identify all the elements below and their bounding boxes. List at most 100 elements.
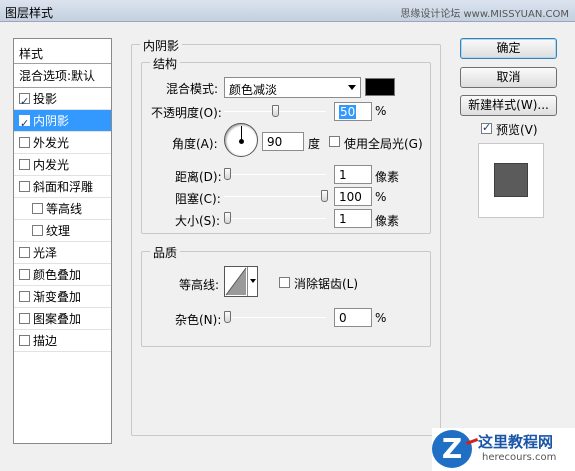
watermark-text: 思缘设计论坛 www.MISSYUAN.COM [400,9,569,20]
style-item[interactable]: 内阴影 [14,110,111,135]
window-title: 图层样式 [5,6,54,20]
contour-graph-icon [225,267,247,296]
anti-alias-checkbox[interactable] [279,277,290,288]
style-item[interactable]: 等高线 [14,198,111,220]
style-item-checkbox[interactable] [19,181,30,192]
style-item-label: 投影 [33,92,58,106]
distance-slider-handle[interactable] [224,168,231,180]
opacity-unit: % [375,104,387,118]
size-label: 大小(S): [175,214,221,228]
choke-label: 阻塞(C): [175,192,221,206]
style-list-header[interactable]: 样式 [14,39,111,64]
distance-unit: 像素 [375,170,400,184]
angle-center-dot [239,139,244,144]
structure-legend: 结构 [150,55,181,72]
style-item-checkbox[interactable] [32,203,43,214]
distance-label: 距离(D): [175,170,222,184]
style-item[interactable]: 外发光 [14,132,111,154]
style-item[interactable]: 纹理 [14,220,111,242]
blend-options-item[interactable]: 混合选项:默认 [14,64,111,88]
preview-thumbnail [478,143,544,218]
style-item-checkbox[interactable] [19,313,30,324]
anti-alias-label[interactable]: 消除锯齿(L) [294,275,358,292]
style-item[interactable]: 渐变叠加 [14,286,111,308]
noise-unit: % [375,311,387,325]
size-slider-handle[interactable] [224,212,231,224]
style-item-checkbox[interactable] [19,91,30,113]
contour-picker[interactable] [224,266,258,297]
size-slider-track[interactable] [224,218,326,219]
ok-button[interactable]: 确定 [460,38,557,59]
style-item-label: 外发光 [33,136,70,150]
style-item[interactable]: 颜色叠加 [14,264,111,286]
style-item-checkbox[interactable] [19,247,30,258]
logo-cn-text: 这里教程网 [478,433,554,451]
z-logo-icon: Z [432,430,472,468]
quality-legend: 品质 [150,244,181,261]
style-item[interactable]: 内发光 [14,154,111,176]
inner-shadow-title: 内阴影 [140,37,183,54]
preview-label[interactable]: 预览(V) [496,121,538,138]
size-unit: 像素 [375,214,400,228]
style-item[interactable]: 描边 [14,330,111,352]
distance-slider-track[interactable] [224,174,326,175]
choke-input[interactable]: 100 [334,187,372,206]
style-item-checkbox[interactable] [19,137,30,148]
size-input[interactable]: 1 [334,209,372,228]
blend-mode-label: 混合模式: [166,82,219,96]
style-item-label: 内阴影 [33,114,70,128]
chevron-down-icon [348,85,356,90]
style-item-checkbox[interactable] [19,113,30,135]
style-item-checkbox[interactable] [19,335,30,346]
opacity-label: 不透明度(O): [151,106,222,120]
title-bar: 图层样式 思缘设计论坛 www.MISSYUAN.COM [0,0,575,22]
noise-label: 杂色(N): [175,313,222,327]
style-item-label: 纹理 [46,224,71,238]
preview-checkbox[interactable] [481,121,492,134]
style-item-label: 颜色叠加 [33,268,82,282]
style-list: 样式 混合选项:默认 投影内阴影外发光内发光斜面和浮雕等高线纹理光泽颜色叠加渐变… [13,38,112,444]
noise-slider-handle[interactable] [224,311,231,323]
choke-slider-track[interactable] [224,196,326,197]
layer-style-dialog: 样式 混合选项:默认 投影内阴影外发光内发光斜面和浮雕等高线纹理光泽颜色叠加渐变… [0,22,575,471]
angle-unit: 度 [308,137,321,151]
contour-dropdown-arrow[interactable] [247,267,257,296]
style-item-checkbox[interactable] [19,291,30,302]
style-item[interactable]: 图案叠加 [14,308,111,330]
logo-en-text: herecours.com [482,452,557,463]
style-item-label: 内发光 [33,158,70,172]
noise-slider-track[interactable] [224,317,326,318]
opacity-slider-handle[interactable] [272,105,279,117]
global-light-checkbox[interactable] [329,136,340,147]
style-item-label: 光泽 [33,246,58,260]
style-item[interactable]: 光泽 [14,242,111,264]
opacity-input[interactable]: 50 [334,102,372,121]
distance-input[interactable]: 1 [334,165,372,184]
blend-mode-value: 颜色减淡 [229,83,278,97]
site-logo: Z 这里教程网 herecours.com [432,428,575,471]
new-style-button[interactable]: 新建样式(W)... [460,95,557,116]
opacity-value: 50 [339,105,357,119]
contour-label: 等高线: [179,278,220,292]
style-item-checkbox[interactable] [19,269,30,280]
style-item-checkbox[interactable] [19,159,30,170]
cancel-button[interactable]: 取消 [460,67,557,88]
noise-input[interactable]: 0 [334,308,372,327]
style-item-label: 等高线 [46,202,83,216]
global-light-label[interactable]: 使用全局光(G) [344,135,423,152]
style-item-label: 斜面和浮雕 [33,180,94,194]
angle-input[interactable]: 90 [262,132,304,151]
style-item-label: 描边 [33,334,58,348]
angle-label: 角度(A): [172,137,218,151]
angle-dial[interactable] [224,123,258,157]
blend-mode-select[interactable]: 颜色减淡 [224,77,361,98]
quality-group: 品质 [141,244,431,347]
style-item[interactable]: 投影 [14,88,111,113]
shadow-color-swatch[interactable] [365,78,395,96]
choke-unit: % [375,190,387,204]
choke-slider-handle[interactable] [321,190,328,202]
style-item-checkbox[interactable] [32,225,43,236]
style-item[interactable]: 斜面和浮雕 [14,176,111,198]
style-item-label: 图案叠加 [33,312,82,326]
preview-square [494,163,528,197]
